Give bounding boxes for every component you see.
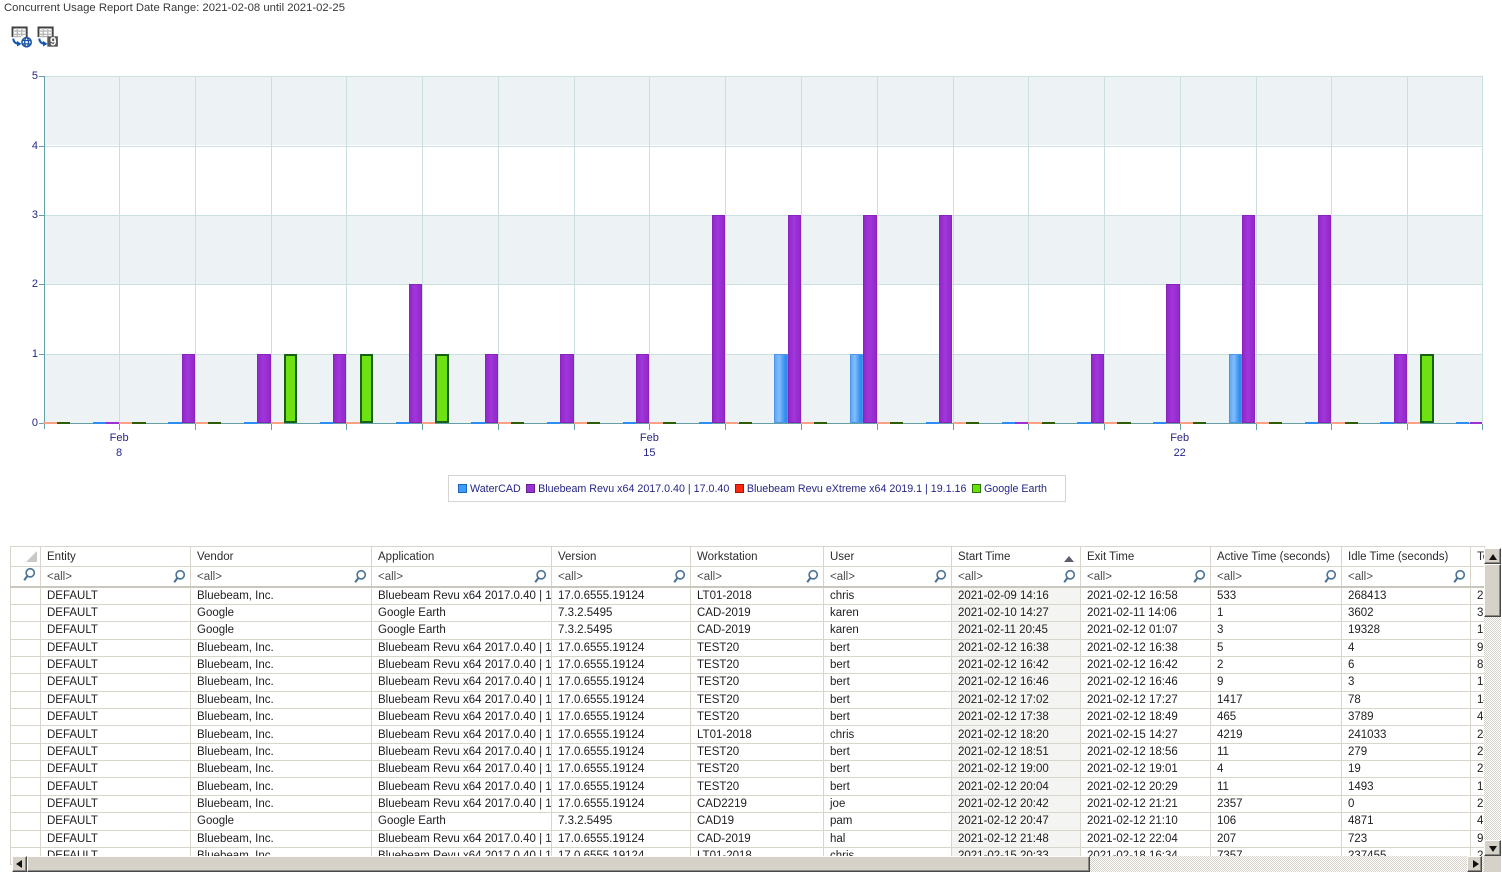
svg-text:9: 9 bbox=[50, 37, 56, 49]
